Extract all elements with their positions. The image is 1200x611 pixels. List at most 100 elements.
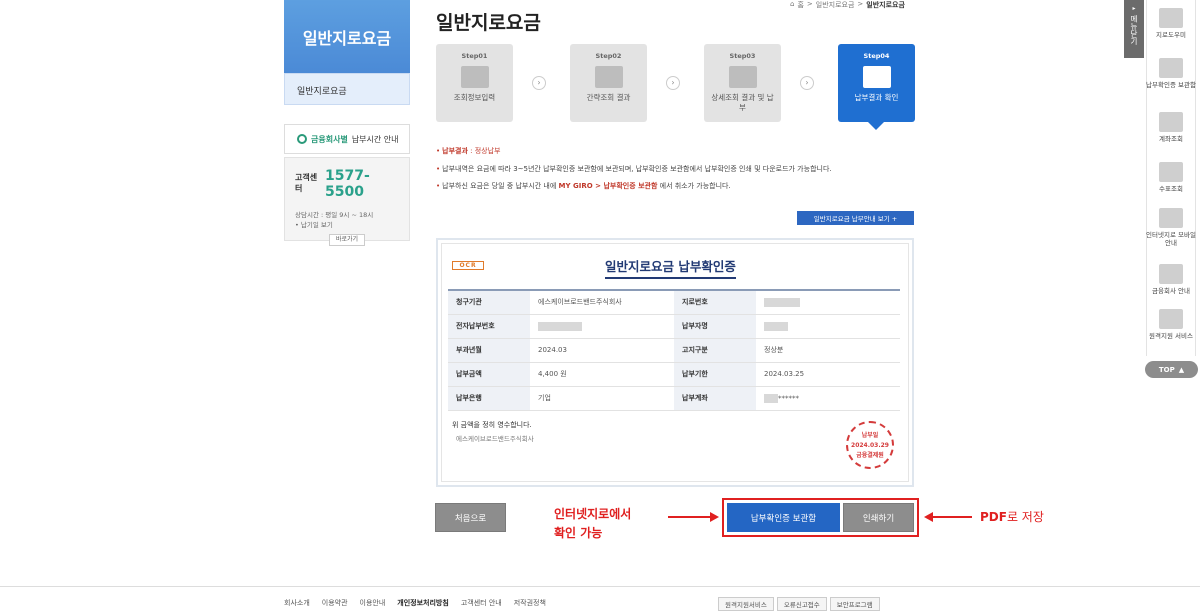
step-label: 상세조회 결과 및 납부	[711, 93, 774, 112]
step-3: Step03 상세조회 결과 및 납부	[704, 44, 781, 122]
result-value: : 정상납부	[467, 147, 501, 155]
annotation-pdf: PDF	[980, 510, 1007, 524]
quickmenu-mobile-guide[interactable]: 인터넷지로 모바일안내	[1146, 208, 1196, 247]
stamp-bottom: 금융결제원	[856, 452, 884, 459]
breadcrumb-sep: >	[806, 0, 813, 8]
step-number: Step04	[863, 52, 890, 60]
info-line-3: • 납부하신 요금은 당일 중 납부시간 내에 MY GIRO > 납부확인증 보…	[436, 182, 731, 190]
footer-link[interactable]: 저작권정책	[514, 598, 546, 608]
top-label: TOP	[1158, 365, 1175, 374]
home-button[interactable]: 처음으로	[435, 503, 506, 532]
footer-link[interactable]: 회사소개	[284, 598, 310, 608]
cell-value-masked	[530, 314, 674, 339]
quickmenu-label: 인터넷지로 모바일안내	[1146, 231, 1196, 247]
step-2: Step02 간략조회 결과	[570, 44, 647, 122]
info-text: 납부내역은 요금에 따라 3~5년간 납부확인증 보관함에 보관되며, 납부확인…	[442, 165, 832, 173]
active-step-pointer	[868, 122, 884, 130]
ocr-badge: OCR	[452, 261, 484, 270]
breadcrumb-item[interactable]: 일반지로요금	[816, 0, 855, 10]
receipt-company: 에스케이브로드밴드주식회사	[456, 435, 534, 443]
home-icon[interactable]: ⌂	[790, 0, 794, 10]
phone-icon	[1159, 8, 1183, 28]
building-icon	[1159, 264, 1183, 284]
receipt-title: 일반지로요금 납부확인증	[605, 256, 736, 279]
table-row: 전자납부번호 납부자명	[448, 314, 900, 339]
printer-icon	[862, 66, 891, 88]
cell-label: 납부자명	[674, 314, 756, 339]
cell-value: 정상분	[756, 338, 900, 363]
cell-label: 납부금액	[448, 362, 530, 387]
info-text: 납부하신 요금은 당일 중 납부시간 내에	[442, 182, 557, 190]
annotation-left: 인터넷지로에서 확인 가능	[554, 507, 632, 540]
cell-label: 전자납부번호	[448, 314, 530, 339]
search-doc-icon	[1159, 112, 1183, 132]
step-1: Step01 조회정보입력	[436, 44, 513, 122]
annotation-right: PDF로 저장	[980, 508, 1044, 525]
quickmenu-tab-label: 메뉴닫기	[1129, 15, 1139, 45]
top-button[interactable]: TOP ▲	[1145, 361, 1198, 378]
info-line-2: • 납부내역은 요금에 따라 3~5년간 납부확인증 보관함에 보관되며, 납부확…	[436, 165, 832, 173]
mobile-info-icon	[1159, 208, 1183, 228]
payment-time-notice[interactable]: 금융회사별 납부시간 안내	[284, 124, 410, 154]
quickmenu-label: 납부확인증 보관함	[1146, 81, 1196, 89]
quickmenu-close-tab[interactable]: ▸ 메뉴닫기	[1124, 0, 1144, 58]
cs-hours: 상담시간 : 평일 9시 ~ 18시	[295, 211, 374, 219]
cell-label: 청구기관	[448, 290, 530, 315]
cell-value-masked: ******	[756, 386, 900, 411]
footer-link[interactable]: 고객센터 안내	[461, 598, 502, 608]
cell-label: 부과년월	[448, 338, 530, 363]
step-number: Step03	[729, 52, 756, 60]
cell-label: 납부기한	[674, 362, 756, 387]
sidebar-title: 일반지로요금	[284, 0, 410, 73]
footer-link-privacy[interactable]: 개인정보처리방침	[397, 598, 449, 608]
chevron-right-icon: ›	[666, 76, 680, 90]
payment-guide-button[interactable]: 일반지로요금 납부안내 보기 +	[797, 211, 914, 225]
cs-holiday: • 납기일 보기	[295, 221, 333, 229]
quickmenu-label: 계좌조회	[1159, 135, 1183, 143]
footer-link[interactable]: 이용안내	[360, 598, 386, 608]
step-4: Step04 납부결과 확인	[838, 44, 915, 122]
search-doc-icon	[1159, 162, 1183, 182]
payment-result: • 납부결과 : 정상납부	[436, 147, 501, 155]
chevron-right-icon: ›	[800, 76, 814, 90]
notice-text: 납부시간 안내	[351, 134, 399, 144]
table-row: 부과년월 2024.03 고지구분 정상분	[448, 338, 900, 363]
arrow-left-line	[932, 516, 972, 518]
quickmenu-bank-guide[interactable]: 금융회사 안내	[1146, 264, 1196, 295]
breadcrumb-current: 일반지로요금	[866, 1, 905, 9]
mygiro-link[interactable]: MY GIRO > 납부확인증 보관함	[559, 182, 658, 190]
sidebar-item-giro[interactable]: 일반지로요금	[284, 73, 410, 105]
caret-up-icon: ▲	[1178, 365, 1185, 374]
quickmenu-check-lookup[interactable]: 수표조회	[1146, 162, 1196, 193]
remote-support-button[interactable]: 원격지원서비스	[718, 597, 774, 611]
quickmenu-giro-helper[interactable]: 지로도우미	[1146, 8, 1196, 39]
cell-value: 에스케이브로드밴드주식회사	[530, 290, 674, 315]
id-card-icon	[728, 66, 757, 88]
arrow-right-line	[668, 516, 712, 518]
quickmenu-account-lookup[interactable]: 계좌조회	[1146, 112, 1196, 143]
stamp-top: 납부일	[861, 432, 879, 439]
footer-link[interactable]: 이용약관	[322, 598, 348, 608]
step-label: 납부결과 확인	[854, 93, 899, 102]
quickmenu-remote-support[interactable]: 원격지원 서비스	[1146, 309, 1196, 340]
footer-links: 회사소개 이용약관 이용안내 개인정보처리방침 고객센터 안내 저작권정책	[284, 598, 546, 608]
quickmenu-receipt-vault[interactable]: 납부확인증 보관함	[1146, 58, 1196, 89]
cs-number: 1577-5500	[325, 168, 370, 200]
annotation-save: 로 저장	[1006, 510, 1044, 524]
keypad-icon	[460, 66, 489, 88]
cell-value-masked	[756, 314, 900, 339]
receipt-confirm-text: 위 금액을 정히 영수합니다.	[452, 421, 532, 429]
monitor-icon	[594, 66, 623, 88]
page-title: 일반지로요금	[436, 12, 541, 34]
cell-label: 납부은행	[448, 386, 530, 411]
cs-go-button[interactable]: 바로가기	[329, 234, 365, 246]
step-label: 간략조회 결과	[586, 93, 631, 102]
breadcrumb-home[interactable]: 홈	[797, 0, 803, 10]
table-row: 청구기관 에스케이브로드밴드주식회사 지로번호	[448, 290, 900, 315]
quickmenu-label: 원격지원 서비스	[1149, 332, 1193, 340]
error-report-button[interactable]: 오류신고접수	[776, 597, 827, 611]
cell-label: 고지구분	[674, 338, 756, 363]
security-program-button[interactable]: 보안프로그램	[829, 597, 880, 611]
cell-value: 기업	[530, 386, 674, 411]
chevron-right-icon: ›	[532, 76, 546, 90]
